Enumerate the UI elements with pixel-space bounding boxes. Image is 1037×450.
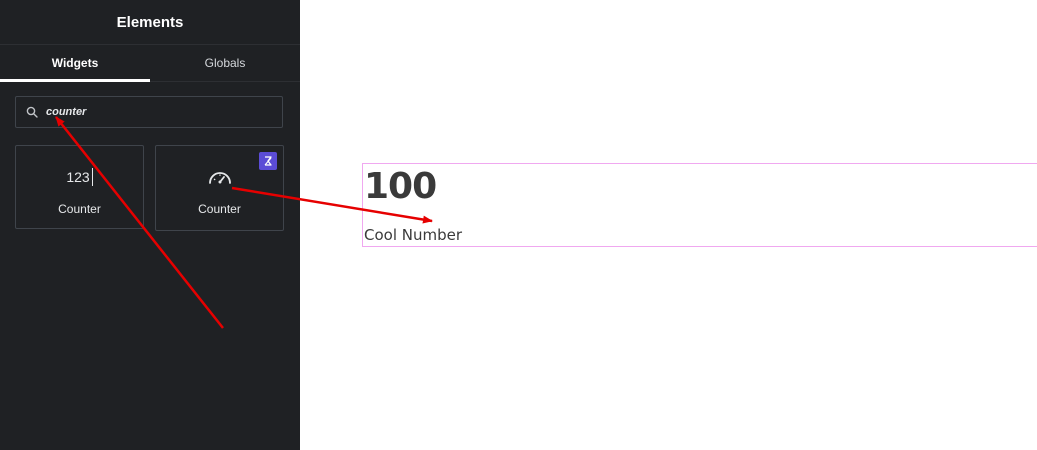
panel-title: Elements: [0, 0, 300, 45]
elements-panel: Elements Widgets Globals 123 Counte: [0, 0, 300, 450]
editor-screen: Elements Widgets Globals 123 Counte: [0, 0, 1037, 450]
widget-label: Counter: [58, 202, 101, 216]
search-icon: [26, 106, 38, 118]
widget-search[interactable]: [15, 96, 283, 128]
widget-counter-basic[interactable]: 123 Counter: [15, 145, 144, 229]
widget-counter-pro[interactable]: Counter: [155, 145, 284, 231]
pro-badge-icon: [259, 152, 277, 170]
speedometer-icon: [207, 166, 233, 188]
tab-globals[interactable]: Globals: [150, 45, 300, 81]
counter-number: 100: [364, 166, 437, 207]
search-input[interactable]: [46, 106, 266, 118]
counter-123-icon: 123: [66, 166, 93, 188]
counter-title: Cool Number: [364, 226, 463, 244]
tab-widgets[interactable]: Widgets: [0, 45, 150, 82]
counter-icon-text: 123: [66, 169, 90, 185]
widget-label: Counter: [198, 202, 241, 216]
panel-tabs: Widgets Globals: [0, 45, 300, 82]
counter-widget-preview[interactable]: 100 Cool Number: [362, 163, 1037, 247]
